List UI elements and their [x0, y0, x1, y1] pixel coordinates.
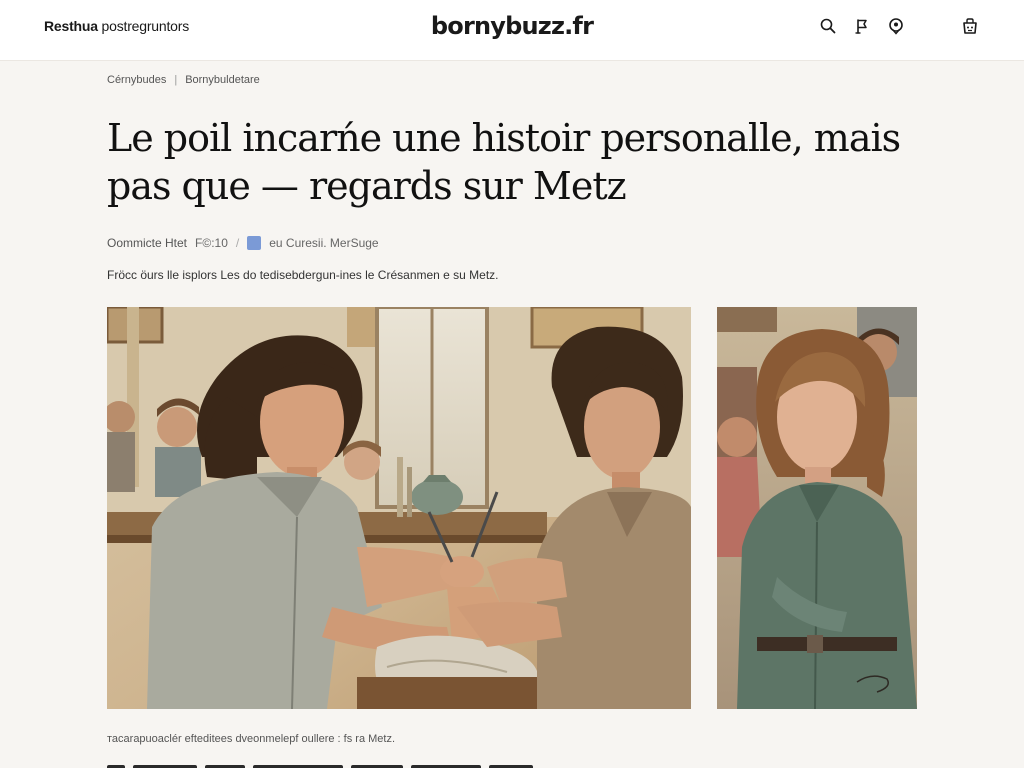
location-pin-icon[interactable]	[886, 16, 906, 36]
image-gallery	[107, 307, 917, 709]
breadcrumb-item-1[interactable]: Cérnybudes	[107, 74, 166, 86]
breadcrumb: Cérnybudes | Bornybuldetare	[107, 74, 917, 86]
side-illustration[interactable]	[717, 307, 917, 709]
search-icon[interactable]	[818, 16, 838, 36]
main-illustration[interactable]	[107, 307, 691, 709]
meta-separator: /	[235, 236, 240, 250]
article-meta: Oommicte Htet F©:10 / eu Curesii. MerSug…	[107, 236, 917, 250]
image-caption: тасаrapuoaclér efteditees dveonmelepf ou…	[107, 733, 396, 745]
source-badge-icon	[247, 236, 262, 250]
article-author[interactable]: Oommicte Htet	[107, 236, 187, 250]
article-standfirst: Fröcc öurs lle isplors Les do tedisebder…	[107, 268, 499, 282]
next-paragraph-preview	[107, 760, 587, 768]
header-actions	[818, 16, 980, 36]
breadcrumb-separator: |	[174, 74, 178, 86]
article: Cérnybudes | Bornybuldetare Le poil inca…	[107, 60, 917, 294]
article-headline: Le poil incarńe une histoir personalle, …	[107, 116, 901, 208]
cart-icon[interactable]	[960, 16, 980, 36]
article-source[interactable]: eu Curesii. MerSuge	[269, 236, 378, 250]
article-date: F©:10	[195, 236, 228, 250]
site-header: Resthua postregruntors bornybuzz.fr	[0, 0, 1024, 61]
flag-icon[interactable]	[852, 16, 872, 36]
breadcrumb-item-2[interactable]: Bornybuldetare	[185, 74, 260, 86]
